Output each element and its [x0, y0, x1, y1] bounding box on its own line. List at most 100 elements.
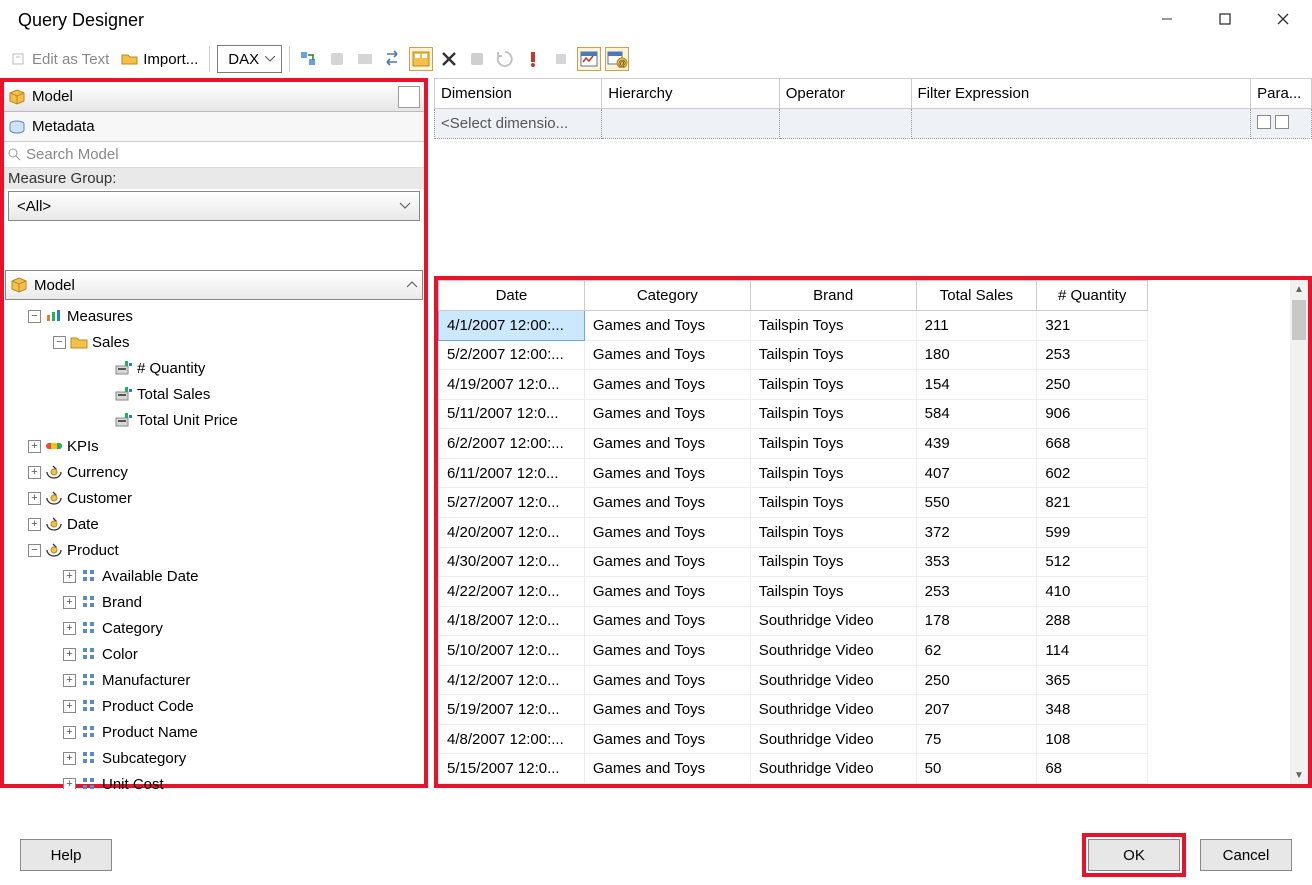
- cancel-button[interactable]: Cancel: [1200, 839, 1292, 871]
- expand-icon[interactable]: +: [28, 518, 41, 531]
- tree-node-category[interactable]: +Category: [4, 615, 424, 641]
- collapse-icon[interactable]: −: [28, 310, 41, 323]
- table-row[interactable]: 6/2/2007 12:00:...Games and ToysTailspin…: [439, 429, 1148, 459]
- language-combo[interactable]: DAX: [217, 45, 282, 73]
- col-category[interactable]: Category: [584, 281, 750, 311]
- refresh-fields-icon[interactable]: [297, 47, 321, 71]
- table-row[interactable]: 4/22/2007 12:0...Games and ToysTailspin …: [439, 577, 1148, 607]
- add-member-icon[interactable]: [325, 47, 349, 71]
- tree-node-subcategory[interactable]: +Subcategory: [4, 745, 424, 771]
- design-mode-icon[interactable]: [549, 47, 573, 71]
- param-checkbox-2[interactable]: [1275, 115, 1289, 129]
- expand-icon[interactable]: +: [63, 596, 76, 609]
- select-dimension-cell[interactable]: <Select dimensio...: [435, 109, 602, 139]
- table-row[interactable]: 4/20/2007 12:0...Games and ToysTailspin …: [439, 517, 1148, 547]
- tree-node-currency[interactable]: +Currency: [4, 459, 424, 485]
- collapse-icon[interactable]: −: [28, 544, 41, 557]
- col-total-sales[interactable]: Total Sales: [916, 281, 1037, 311]
- filter-grid[interactable]: Dimension Hierarchy Operator Filter Expr…: [434, 78, 1312, 276]
- col-dimension[interactable]: Dimension: [435, 79, 602, 109]
- import-button[interactable]: Import...: [117, 48, 202, 70]
- ok-button[interactable]: OK: [1088, 839, 1180, 871]
- col-operator[interactable]: Operator: [779, 79, 911, 109]
- tree-node-total_unit_price[interactable]: Total Unit Price: [4, 407, 424, 433]
- col-brand[interactable]: Brand: [750, 281, 916, 311]
- expand-icon[interactable]: +: [63, 778, 76, 790]
- col-parameters[interactable]: Para...: [1251, 79, 1312, 109]
- expand-icon[interactable]: +: [63, 700, 76, 713]
- auto-execute-icon[interactable]: [493, 47, 517, 71]
- tree-node-product_code[interactable]: +Product Code: [4, 693, 424, 719]
- col-hierarchy[interactable]: Hierarchy: [602, 79, 779, 109]
- table-row[interactable]: 4/1/2007 12:00:...Games and ToysTailspin…: [439, 311, 1148, 341]
- edit-as-text-button[interactable]: Edit as Text: [6, 48, 113, 70]
- tree-node-brand[interactable]: +Brand: [4, 589, 424, 615]
- table-row[interactable]: 5/11/2007 12:0...Games and ToysTailspin …: [439, 399, 1148, 429]
- tree-node-manufacturer[interactable]: +Manufacturer: [4, 667, 424, 693]
- table-row[interactable]: 4/12/2007 12:0...Games and ToysSouthridg…: [439, 665, 1148, 695]
- tree-node-color[interactable]: +Color: [4, 641, 424, 667]
- expand-icon[interactable]: +: [28, 492, 41, 505]
- tree-node-measures[interactable]: −Measures: [4, 303, 424, 329]
- expand-icon[interactable]: +: [63, 752, 76, 765]
- tree-node-product_name[interactable]: +Product Name: [4, 719, 424, 745]
- expand-icon[interactable]: +: [63, 674, 76, 687]
- query-mode-icon[interactable]: [577, 47, 601, 71]
- col-quantity[interactable]: # Quantity: [1037, 281, 1148, 311]
- tree-node-unit_cost[interactable]: +Unit Cost: [4, 771, 424, 789]
- expand-icon[interactable]: +: [28, 466, 41, 479]
- tree-node-date[interactable]: +Date: [4, 511, 424, 537]
- tree-node-customer[interactable]: +Customer: [4, 485, 424, 511]
- scroll-up-icon[interactable]: ▲: [1290, 280, 1308, 298]
- help-button[interactable]: Help: [20, 839, 112, 871]
- cell-total_sales: 211: [916, 311, 1037, 341]
- expand-icon[interactable]: +: [63, 648, 76, 661]
- execute-icon[interactable]: [465, 47, 489, 71]
- cell-brand: Tailspin Toys: [750, 429, 916, 459]
- measure-group-combo[interactable]: <All>: [8, 191, 420, 221]
- tree-node-kpis[interactable]: +KPIs: [4, 433, 424, 459]
- col-filter-expression[interactable]: Filter Expression: [911, 79, 1251, 109]
- expand-icon[interactable]: +: [28, 440, 41, 453]
- cube-selector[interactable]: Model: [4, 82, 424, 112]
- scroll-down-icon[interactable]: ▼: [1290, 766, 1308, 784]
- table-row[interactable]: 6/11/2007 12:0...Games and ToysTailspin …: [439, 458, 1148, 488]
- table-row[interactable]: 4/30/2007 12:0...Games and ToysTailspin …: [439, 547, 1148, 577]
- cube-picker-button[interactable]: [398, 86, 420, 108]
- expand-icon[interactable]: +: [63, 726, 76, 739]
- table-row[interactable]: 5/2/2007 12:00:...Games and ToysTailspin…: [439, 340, 1148, 370]
- add-set-icon[interactable]: [353, 47, 377, 71]
- close-button[interactable]: [1254, 0, 1312, 38]
- tree-node-sales[interactable]: −Sales: [4, 329, 424, 355]
- tree-root[interactable]: Model: [5, 270, 423, 300]
- tree-node-available_date[interactable]: +Available Date: [4, 563, 424, 589]
- tree-node-quantity[interactable]: # Quantity: [4, 355, 424, 381]
- cancel-icon[interactable]: [521, 47, 545, 71]
- delete-icon[interactable]: [437, 47, 461, 71]
- results-scrollbar[interactable]: ▲ ▼: [1290, 280, 1308, 784]
- table-row[interactable]: 4/18/2007 12:0...Games and ToysSouthridg…: [439, 606, 1148, 636]
- switch-icon[interactable]: [381, 47, 405, 71]
- expand-icon[interactable]: +: [63, 570, 76, 583]
- show-empty-icon[interactable]: [409, 47, 433, 71]
- tree-node-product[interactable]: −Product: [4, 537, 424, 563]
- table-row[interactable]: 5/27/2007 12:0...Games and ToysTailspin …: [439, 488, 1148, 518]
- param-checkbox-1[interactable]: [1257, 115, 1271, 129]
- table-row[interactable]: 5/15/2007 12:0...Games and ToysSouthridg…: [439, 754, 1148, 784]
- collapse-icon[interactable]: −: [53, 336, 66, 349]
- metadata-tab[interactable]: Metadata: [4, 112, 424, 142]
- table-row[interactable]: 4/19/2007 12:0...Games and ToysTailspin …: [439, 370, 1148, 400]
- cell-quantity: 288: [1037, 606, 1148, 636]
- scroll-thumb[interactable]: [1292, 300, 1306, 340]
- expand-icon[interactable]: +: [63, 622, 76, 635]
- cell-date: 4/8/2007 12:00:...: [439, 724, 585, 754]
- table-row[interactable]: 4/8/2007 12:00:...Games and ToysSouthrid…: [439, 724, 1148, 754]
- metadata-search[interactable]: Search Model: [4, 142, 424, 168]
- table-row[interactable]: 5/10/2007 12:0...Games and ToysSouthridg…: [439, 636, 1148, 666]
- col-date[interactable]: Date: [439, 281, 585, 311]
- tree-node-total_sales[interactable]: Total Sales: [4, 381, 424, 407]
- minimize-button[interactable]: [1138, 0, 1196, 38]
- table-row[interactable]: 5/19/2007 12:0...Games and ToysSouthridg…: [439, 695, 1148, 725]
- maximize-button[interactable]: [1196, 0, 1254, 38]
- parameters-icon[interactable]: @: [605, 47, 629, 71]
